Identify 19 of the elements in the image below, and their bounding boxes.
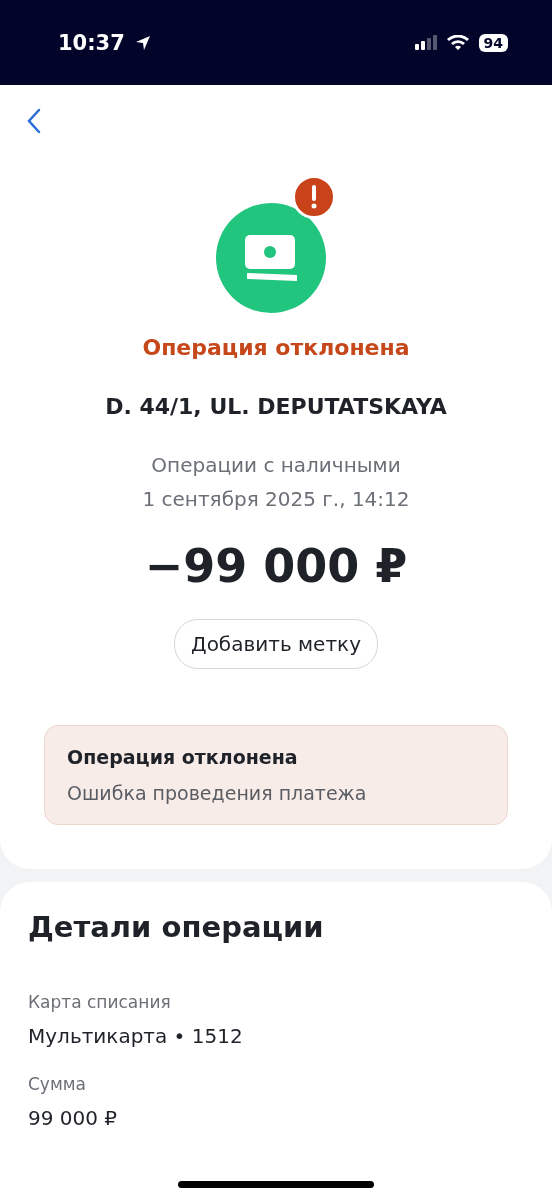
field-label: Карта списания xyxy=(28,992,172,1012)
status-title: Операция отклонена xyxy=(142,335,410,360)
alert-message: Ошибка проведения платежа xyxy=(67,782,368,804)
battery-indicator: 94 xyxy=(478,33,508,52)
location-arrow-icon xyxy=(134,34,151,51)
merchant-name: D. 44/1, UL. DEPUTATSKAYA xyxy=(105,394,447,419)
field-value: 99 000 ₽ xyxy=(28,1106,119,1130)
signal-icon xyxy=(414,34,437,51)
alert-title: Операция отклонена xyxy=(67,746,299,768)
back-chevron-icon[interactable] xyxy=(26,107,42,135)
field-value: Мультикарта • 1512 xyxy=(28,1024,244,1048)
details-title: Детали операции xyxy=(28,910,325,944)
date-text: 1 сентября 2025 г., 14:12 xyxy=(142,487,410,511)
clock: 10:37 xyxy=(58,30,125,55)
wifi-icon xyxy=(446,34,469,51)
amount: −99 000 ₽ xyxy=(144,539,408,593)
category-text: Операции с наличными xyxy=(151,453,401,477)
field-label: Сумма xyxy=(28,1074,87,1094)
add-tag-button[interactable]: Добавить метку xyxy=(174,619,378,669)
